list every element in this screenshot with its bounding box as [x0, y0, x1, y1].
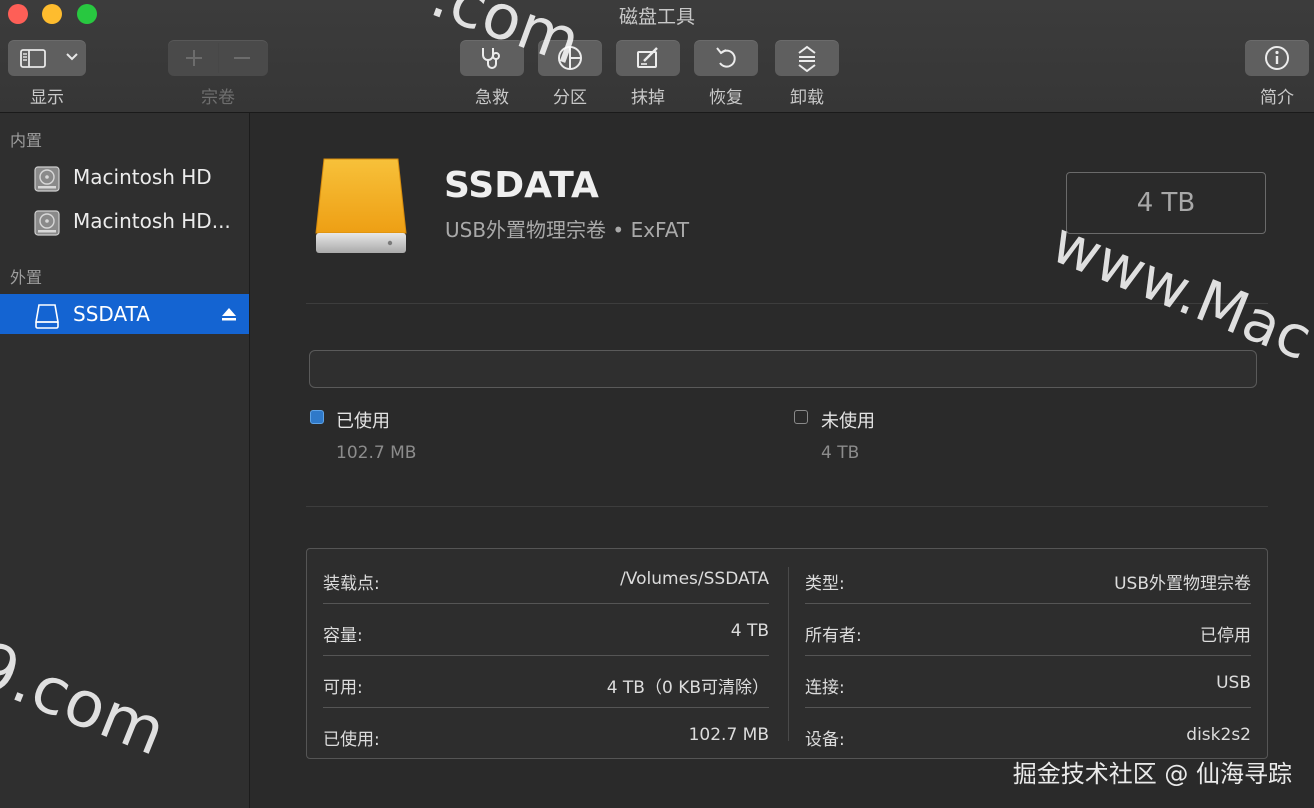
free-legend-swatch — [794, 410, 808, 424]
internal-disk-icon — [33, 165, 61, 192]
window-title: 磁盘工具 — [618, 6, 695, 28]
unmount-icon — [795, 44, 819, 72]
sidebar-header-internal: 内置 — [10, 131, 43, 150]
used-legend-label: 已使用 — [336, 411, 390, 432]
view-button[interactable] — [8, 40, 86, 76]
erase-button[interactable] — [616, 40, 680, 76]
view-label: 显示 — [30, 88, 64, 108]
info-row-connection: 连接: USB — [805, 656, 1251, 708]
info-button[interactable] — [1245, 40, 1309, 76]
info-value: USB — [1216, 673, 1251, 693]
unmount-label: 卸载 — [790, 88, 824, 108]
info-row-used: 已使用: 102.7 MB — [323, 708, 769, 760]
info-value: disk2s2 — [1186, 725, 1251, 745]
info-key: 连接: — [805, 678, 845, 698]
unmount-button[interactable] — [775, 40, 839, 76]
sidebar-header-external: 外置 — [10, 268, 43, 287]
info-value: /Volumes/SSDATA — [620, 569, 769, 589]
pie-partition-icon — [556, 44, 584, 72]
main-content: SSDATA USB外置物理宗卷 • ExFAT 4 TB 已使用 102.7 … — [250, 113, 1314, 808]
restore-label: 恢复 — [709, 88, 743, 108]
volume-subtitle: USB外置物理宗卷 • ExFAT — [445, 218, 690, 242]
add-volume-icon[interactable] — [184, 48, 204, 68]
info-key: 容量: — [323, 626, 363, 646]
volume-label: 宗卷 — [201, 88, 235, 108]
window-toolbar: 磁盘工具 显示 宗卷 急救 分区 抹掉 恢复 卸载 简介 — [0, 0, 1314, 113]
first-aid-button[interactable] — [460, 40, 524, 76]
chevron-down-icon — [66, 52, 78, 62]
info-row-capacity: 容量: 4 TB — [323, 604, 769, 656]
capacity-box: 4 TB — [1066, 172, 1266, 234]
info-key: 装载点: — [323, 574, 380, 594]
external-drive-icon — [314, 155, 408, 261]
stethoscope-icon — [478, 45, 506, 71]
sidebar-item-macintosh-hd[interactable]: Macintosh HD — [0, 157, 249, 197]
credit-watermark: 掘金技术社区 @ 仙海寻踪 — [1012, 760, 1292, 788]
sidebar: 内置 Macintosh HD Macintosh HD... 外置 SSDAT… — [0, 113, 250, 808]
info-icon — [1263, 44, 1291, 72]
volume-name: SSDATA — [444, 165, 599, 206]
info-value: 已停用 — [1200, 626, 1251, 646]
segment-divider — [218, 43, 219, 73]
info-value: 4 TB（0 KB可清除） — [606, 678, 769, 698]
partition-button[interactable] — [538, 40, 602, 76]
info-key: 类型: — [805, 574, 845, 594]
first-aid-label: 急救 — [475, 88, 509, 108]
erase-label: 抹掉 — [631, 88, 665, 108]
sidebar-item-macintosh-hd-data[interactable]: Macintosh HD... — [0, 201, 249, 241]
sidebar-item-label: Macintosh HD... — [73, 209, 231, 233]
sidebar-item-ssdata[interactable]: SSDATA — [0, 294, 249, 334]
info-row-owners: 所有者: 已停用 — [805, 604, 1251, 656]
info-key: 可用: — [323, 678, 363, 698]
info-value: 102.7 MB — [688, 725, 769, 745]
info-row-device: 设备: disk2s2 — [805, 708, 1251, 760]
free-legend-label: 未使用 — [821, 411, 875, 432]
info-row-mount-point: 装载点: /Volumes/SSDATA — [323, 552, 769, 604]
restore-button[interactable] — [694, 40, 758, 76]
info-table: 装载点: /Volumes/SSDATA 容量: 4 TB 可用: 4 TB（0… — [306, 548, 1268, 759]
internal-disk-icon — [33, 209, 61, 236]
used-legend-value: 102.7 MB — [336, 443, 417, 463]
info-key: 已使用: — [323, 730, 380, 750]
info-key: 设备: — [805, 730, 845, 750]
remove-volume-icon[interactable] — [232, 48, 252, 68]
sidebar-item-label: Macintosh HD — [73, 165, 212, 189]
eject-icon[interactable] — [221, 306, 237, 326]
info-row-available: 可用: 4 TB（0 KB可清除） — [323, 656, 769, 708]
sidebar-icon — [20, 49, 46, 68]
divider — [306, 506, 1268, 507]
info-column-divider — [788, 567, 789, 741]
info-value: 4 TB — [730, 621, 769, 641]
info-key: 所有者: — [805, 626, 862, 646]
info-value: USB外置物理宗卷 — [1114, 574, 1251, 594]
free-legend-value: 4 TB — [821, 443, 860, 463]
erase-pencil-icon — [634, 45, 662, 71]
info-label: 简介 — [1260, 88, 1294, 108]
external-disk-icon — [33, 302, 61, 329]
divider — [306, 303, 1268, 304]
usage-bar — [309, 350, 1257, 388]
restore-arrow-icon — [712, 44, 740, 72]
info-row-type: 类型: USB外置物理宗卷 — [805, 552, 1251, 604]
used-legend-swatch — [310, 410, 324, 424]
sidebar-item-label: SSDATA — [73, 302, 150, 326]
partition-label: 分区 — [553, 88, 587, 108]
